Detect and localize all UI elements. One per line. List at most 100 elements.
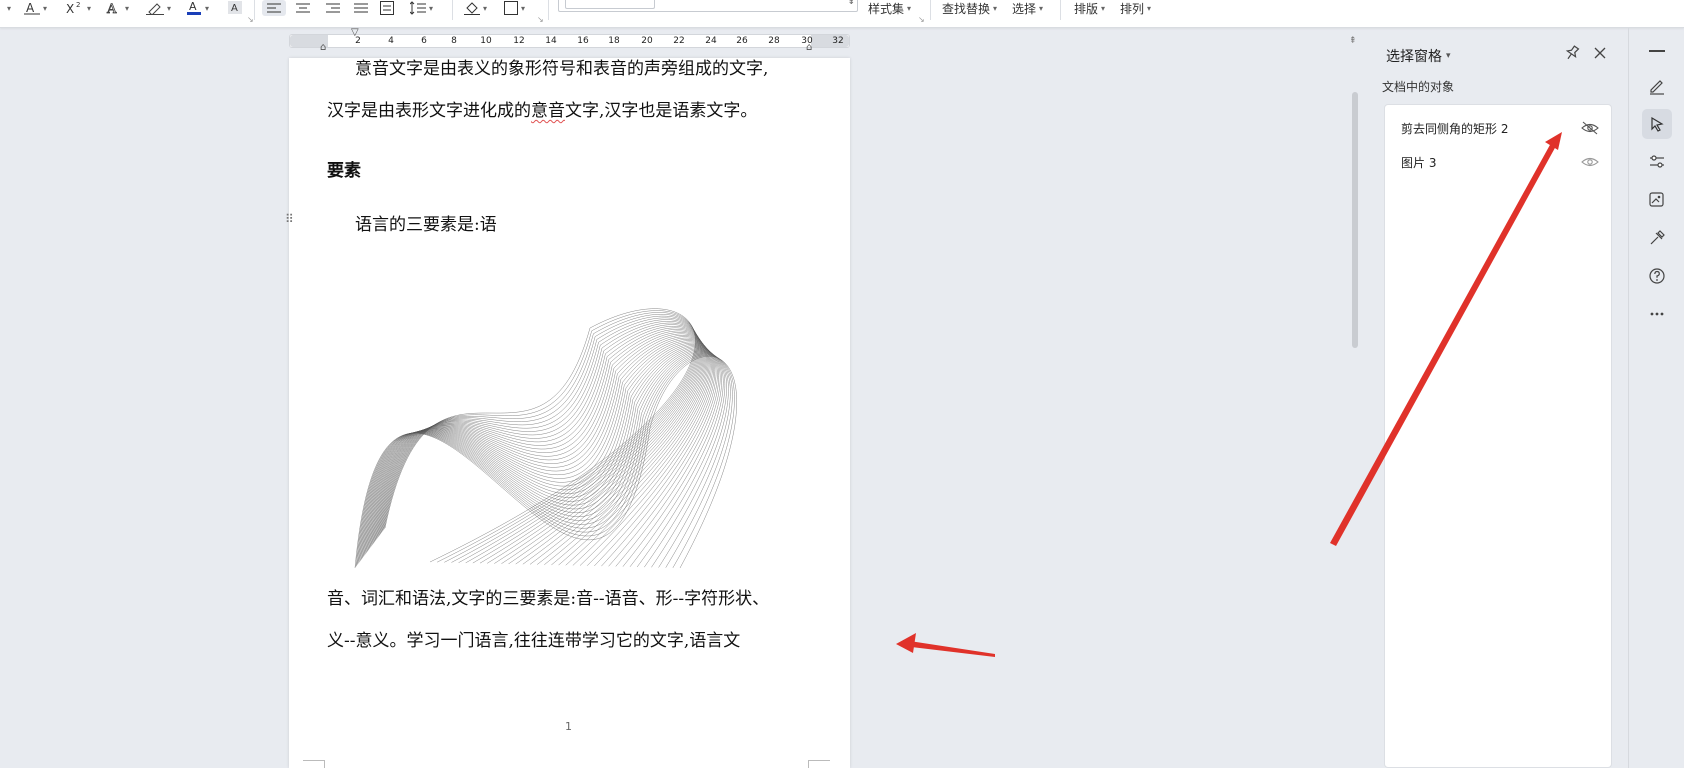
wave-line — [367, 340, 713, 566]
style-gallery[interactable]: ⇟ — [558, 0, 858, 12]
text-effect-button[interactable]: A ▾ — [106, 0, 129, 16]
object-name: 剪去同侧角的矩形 2 — [1401, 121, 1509, 136]
selection-tool-button[interactable] — [1642, 109, 1672, 139]
right-indent-marker[interactable]: ⌂ — [806, 42, 812, 53]
object-list: 剪去同侧角的矩形 2 图片 3 — [1384, 104, 1612, 768]
arrange-button[interactable]: 排列 ▾ — [1120, 0, 1151, 16]
align-right-button[interactable] — [326, 0, 340, 16]
wave-line — [361, 348, 722, 567]
close-icon[interactable] — [1590, 43, 1610, 63]
body-text-line[interactable]: 意音文字是由表义的象形符号和表音的声旁组成的文字, — [355, 54, 768, 79]
character-spacing-button[interactable]: A ▾ — [24, 0, 47, 16]
pencil-icon — [1650, 80, 1664, 95]
eye-icon[interactable] — [1581, 155, 1599, 169]
align-center-button[interactable] — [296, 0, 310, 16]
border-icon — [504, 1, 518, 15]
align-center-icon — [296, 3, 310, 13]
selection-pane-header[interactable]: 选择窗格 ▾ — [1386, 46, 1451, 66]
paint-bucket-icon — [464, 2, 480, 15]
right-tool-strip — [1628, 28, 1684, 768]
char-shading-button[interactable]: A — [228, 0, 242, 16]
arrange-label: 排列 — [1120, 1, 1145, 16]
paragraph-drag-handle-icon[interactable]: ⠿ — [285, 212, 294, 226]
wave-line — [357, 353, 731, 568]
object-name: 图片 3 — [1401, 155, 1437, 170]
font-color-button[interactable]: A ▾ — [186, 0, 209, 16]
gallery-more-icon[interactable]: ⇟ — [847, 0, 855, 7]
tools-button[interactable] — [1642, 223, 1672, 253]
crop-mark — [303, 760, 325, 768]
select-label: 选择 — [1012, 1, 1037, 16]
body-text-line[interactable]: 语言的三要素是:语 — [355, 210, 497, 235]
svg-text:A: A — [106, 2, 117, 15]
body-text-line[interactable]: 义--意义。学习一门语言,往往连带学习它的文字,语言文 — [327, 626, 740, 651]
character-spacing-icon: A — [24, 1, 40, 15]
help-button[interactable] — [1642, 261, 1672, 291]
list-item[interactable]: 图片 3 — [1385, 147, 1611, 177]
line-spacing-icon — [410, 1, 426, 15]
pin-icon[interactable] — [1562, 43, 1582, 63]
svg-text:A: A — [189, 0, 197, 13]
wave-line — [370, 336, 710, 566]
strikethrough-button[interactable]: ▾ — [4, 0, 11, 16]
select-button[interactable]: 选择 ▾ — [1012, 0, 1043, 16]
selection-pane: 选择窗格 ▾ 文档中的对象 剪去同侧角的矩形 2 图片 3 — [1366, 34, 1626, 768]
image-tool-button[interactable] — [1642, 185, 1672, 215]
horizontal-ruler[interactable]: 2 4 6 8 10 12 14 16 18 20 22 24 26 28 30… — [289, 34, 850, 48]
chevron-down-icon: ▾ — [7, 3, 12, 13]
line-spacing-button[interactable]: ▾ — [410, 0, 433, 16]
paragraph-group-launcher-icon[interactable]: ↘ — [537, 15, 544, 24]
shading-button[interactable]: ▾ — [464, 0, 487, 16]
image-edit-icon — [1649, 192, 1664, 207]
sliders-icon — [1650, 155, 1664, 168]
justify-icon — [354, 3, 368, 13]
scroll-up-icon[interactable]: ⇞ — [1349, 36, 1357, 46]
wave-line — [369, 337, 711, 566]
align-right-icon — [326, 3, 340, 13]
wave-line — [378, 321, 701, 564]
font-color-icon: A — [187, 0, 201, 15]
svg-text:A: A — [231, 3, 238, 14]
superscript-button[interactable]: X2 ▾ — [66, 0, 91, 16]
properties-tool-button[interactable] — [1642, 147, 1672, 177]
edit-tool-button[interactable] — [1642, 71, 1672, 101]
style-preview[interactable] — [565, 0, 655, 9]
wave-line — [379, 319, 700, 564]
font-group-launcher-icon[interactable]: ↘ — [247, 15, 254, 24]
borders-button[interactable]: ▾ — [504, 0, 525, 16]
wave-line — [356, 354, 733, 568]
collapse-icon[interactable] — [1649, 50, 1665, 52]
chevron-down-icon: ▾ — [1446, 51, 1451, 61]
section-heading[interactable]: 要素 — [327, 156, 361, 181]
align-left-button[interactable] — [262, 0, 286, 16]
body-text-line[interactable]: 汉字是由表形文字进化成的意音文字,汉字也是语素文字。 — [327, 96, 757, 121]
ruler-tick: 6 — [421, 36, 427, 46]
list-item[interactable]: 剪去同侧角的矩形 2 — [1385, 113, 1611, 143]
wave-line — [381, 316, 699, 563]
layout-label: 排版 — [1074, 1, 1099, 16]
body-text-line[interactable]: 音、词汇和语法,文字的三要素是:音--语音、形--字符形状、 — [327, 584, 769, 609]
first-line-indent-marker[interactable]: ▽ — [351, 27, 359, 38]
styles-group-launcher-icon[interactable]: ↘ — [918, 15, 925, 24]
page-number: 1 — [565, 720, 572, 733]
wave-line — [359, 350, 726, 568]
layout-button[interactable]: 排版 ▾ — [1074, 0, 1105, 16]
eye-hidden-icon[interactable] — [1581, 121, 1599, 135]
ruler-tick: 26 — [736, 36, 748, 46]
distributed-align-icon — [380, 1, 394, 15]
styles-set-button[interactable]: 样式集 ▾ — [868, 0, 911, 16]
left-indent-marker[interactable]: ⌂ — [320, 42, 326, 53]
ruler-tick: 12 — [513, 36, 525, 46]
more-button[interactable] — [1642, 299, 1672, 329]
ribbon-toolbar: ▾ A ▾ X2 ▾ A ▾ ▾ A ▾ A ↘ ▾ ▾ ▾ ↘ ⇟ 样式集 ▾… — [0, 0, 1684, 28]
distributed-align-button[interactable] — [380, 0, 394, 16]
ruler-tick: 24 — [705, 36, 717, 46]
ruler-tick: 8 — [451, 36, 457, 46]
document-scrollbar[interactable] — [1352, 92, 1358, 348]
tools-icon — [1650, 230, 1665, 245]
wave-line-picture[interactable] — [350, 248, 790, 568]
justify-button[interactable] — [354, 0, 368, 16]
highlight-button[interactable]: ▾ — [146, 0, 171, 16]
more-icon — [1650, 312, 1664, 316]
find-replace-button[interactable]: 查找替换 ▾ — [942, 0, 997, 16]
